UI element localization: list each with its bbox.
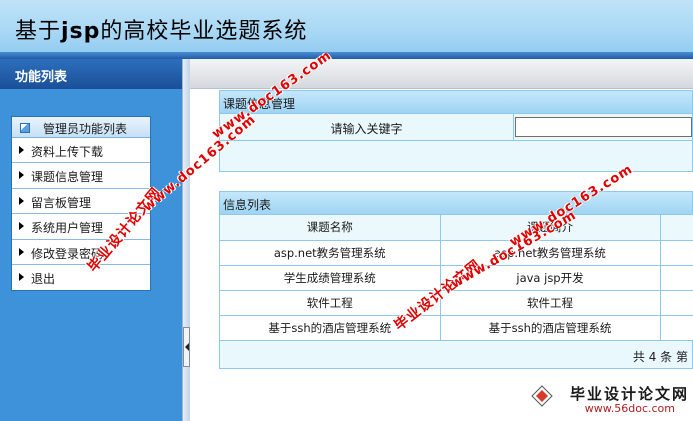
- sidebar-splitter[interactable]: [182, 59, 190, 421]
- app-title-prefix: 基于: [15, 19, 62, 44]
- menu-item-topic-management[interactable]: 课题信息管理: [12, 163, 150, 189]
- site-logo: 毕业设计论文网 www.56doc.com: [529, 383, 689, 417]
- table-cell: [660, 290, 693, 316]
- table-cell: [660, 240, 693, 266]
- column-header-topic-intro: 课题简介: [440, 215, 661, 241]
- info-list-panel: 信息列表 课题名称 课题简介 asp.net教务管理系统 asp.net教务管理…: [219, 191, 693, 369]
- main-content: 课题信息管理 请输入关键字 信息列表 课题名称 课题简介 asp.net教务管理…: [190, 59, 693, 421]
- menu-item-change-password[interactable]: 修改登录密码: [12, 240, 150, 265]
- app-header: 基于jsp的高校毕业选题系统: [0, 0, 693, 59]
- menu-item-label: 系统用户管理: [31, 221, 104, 236]
- search-panel-header: 课题信息管理: [220, 91, 692, 114]
- table-cell: java jsp开发: [440, 265, 661, 291]
- menu-item-label: 课题信息管理: [31, 170, 104, 185]
- menu-item-user-management[interactable]: 系统用户管理: [12, 214, 150, 240]
- table-row[interactable]: 学生成绩管理系统 java jsp开发: [220, 265, 693, 291]
- keyword-search-input[interactable]: [514, 117, 692, 137]
- search-panel: 课题信息管理 请输入关键字: [219, 90, 693, 172]
- app-title-suffix: 的高校毕业选题系统: [100, 19, 308, 44]
- table-cell: 软件工程: [440, 290, 661, 316]
- table-cell: [660, 265, 693, 291]
- table-cell: 基于ssh的酒店管理系统: [440, 315, 661, 341]
- admin-menu-title: 管理员功能列表: [12, 117, 150, 138]
- table-row[interactable]: 软件工程 软件工程: [220, 290, 693, 316]
- table-row[interactable]: asp.net教务管理系统 asp.net教务管理系统: [220, 240, 693, 266]
- logo-emblem-icon: [531, 385, 553, 407]
- search-row: 请输入关键字: [220, 114, 692, 141]
- menu-item-file-transfer[interactable]: 资料上传下载: [12, 138, 150, 164]
- collapse-sidebar-button[interactable]: [183, 327, 190, 367]
- column-header-topic-name: 课题名称: [220, 215, 441, 241]
- app-title-bold: jsp: [61, 19, 101, 44]
- table-cell: asp.net教务管理系统: [220, 240, 441, 266]
- info-list-header: 信息列表: [220, 192, 692, 215]
- logo-text: 毕业设计论文网: [569, 385, 689, 403]
- table-header-row: 课题名称 课题简介: [220, 215, 693, 241]
- arrow-right-icon: [19, 171, 24, 180]
- sidebar: 功能列表 管理员功能列表 资料上传下载 课题信息管理 留言板管理 系统用户管理 …: [0, 59, 182, 421]
- menu-item-label: 留言板管理: [31, 195, 92, 210]
- arrow-right-icon: [19, 146, 24, 154]
- arrow-right-icon: [19, 222, 24, 231]
- table-cell: 学生成绩管理系统: [220, 265, 441, 291]
- pagination-info: 共 4 条 第: [632, 349, 688, 364]
- info-table: 课题名称 课题简介 asp.net教务管理系统 asp.net教务管理系统 学生…: [220, 215, 693, 341]
- menu-item-message-board[interactable]: 留言板管理: [12, 189, 150, 215]
- main-toolbar: [190, 59, 693, 89]
- menu-folder-icon: [20, 122, 30, 133]
- admin-menu: 管理员功能列表 资料上传下载 课题信息管理 留言板管理 系统用户管理 修改登录密…: [11, 116, 151, 292]
- arrow-right-icon: [19, 272, 24, 281]
- table-cell: [660, 315, 693, 341]
- arrow-right-icon: [19, 196, 24, 205]
- search-label: 请输入关键字: [220, 114, 514, 140]
- arrow-right-icon: [19, 247, 24, 256]
- chevron-left-icon: [184, 343, 189, 351]
- sidebar-title: 功能列表: [0, 59, 182, 89]
- column-header-actions: [660, 215, 693, 241]
- logo-url: www.56doc.com: [584, 402, 675, 415]
- table-cell: asp.net教务管理系统: [440, 240, 661, 266]
- table-cell: 基于ssh的酒店管理系统: [220, 315, 441, 341]
- menu-item-logout[interactable]: 退出: [12, 265, 150, 290]
- header-strip: [0, 52, 693, 59]
- table-row[interactable]: 基于ssh的酒店管理系统 基于ssh的酒店管理系统: [220, 315, 693, 341]
- admin-menu-title-label: 管理员功能列表: [43, 122, 128, 136]
- menu-item-label: 资料上传下载: [31, 145, 104, 159]
- menu-item-label: 修改登录密码: [31, 246, 104, 261]
- table-cell: 软件工程: [220, 290, 441, 316]
- app-title: 基于jsp的高校毕业选题系统: [15, 13, 307, 45]
- menu-item-label: 退出: [31, 271, 56, 286]
